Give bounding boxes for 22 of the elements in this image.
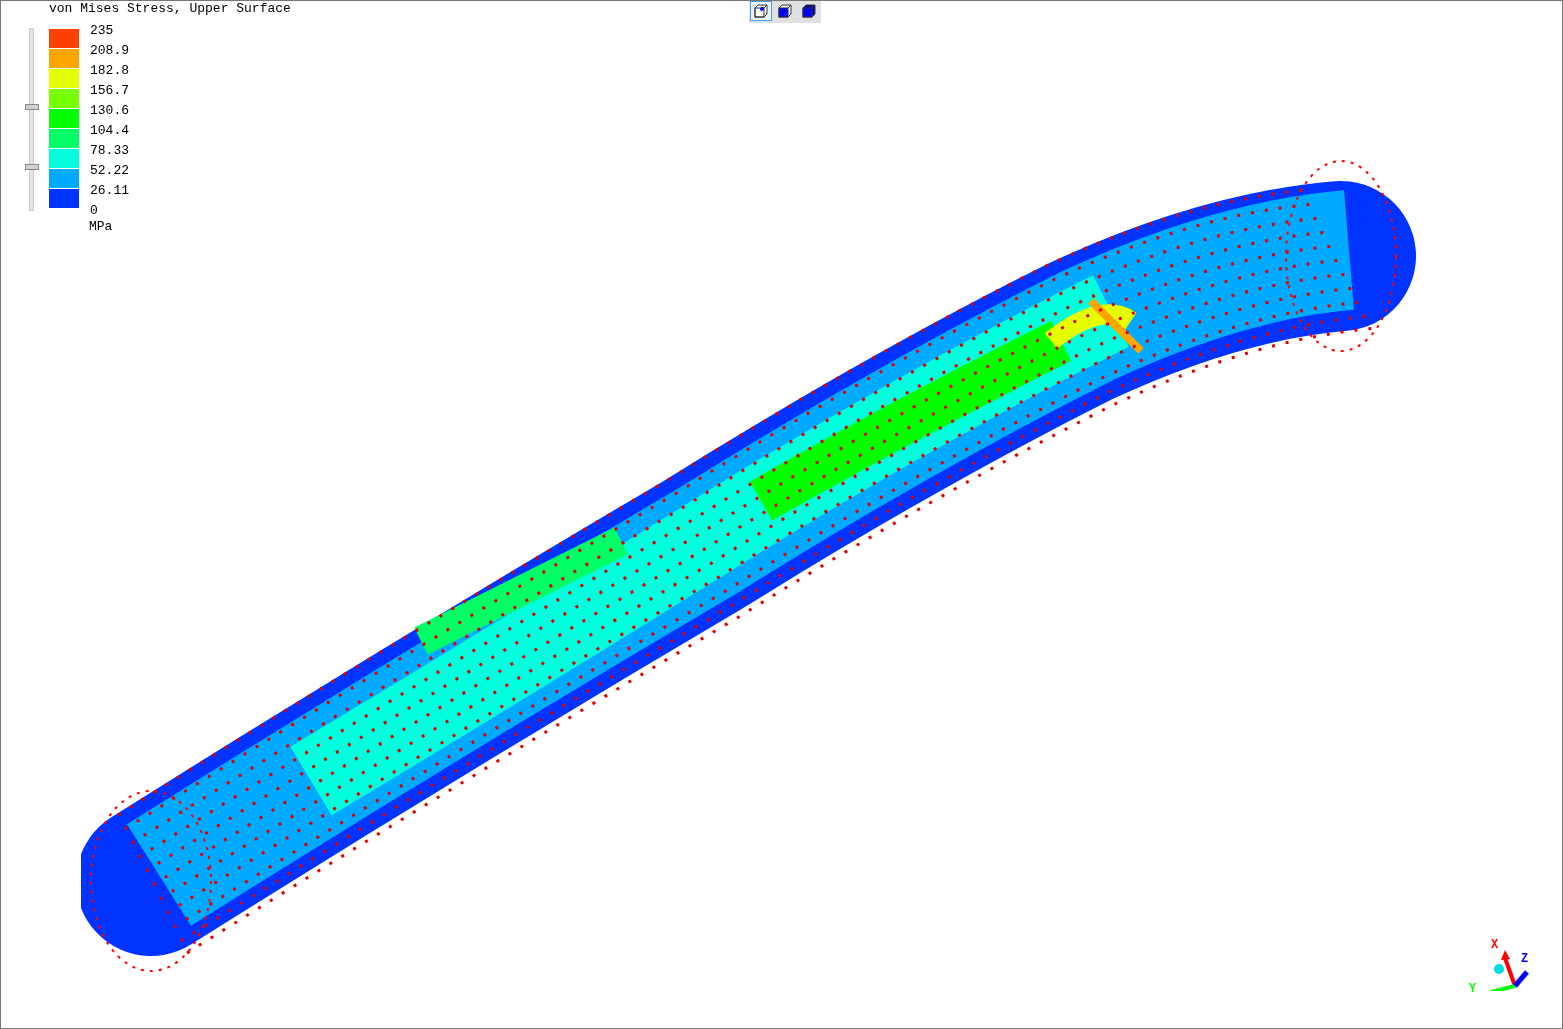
legend-value: 104.4 [90, 122, 129, 140]
legend-value: 156.7 [90, 82, 129, 100]
legend-value: 208.9 [90, 42, 129, 60]
view-mode-button[interactable] [750, 1, 772, 21]
legend-value: 0 [90, 202, 99, 220]
axis-label: Z [1521, 951, 1529, 968]
legend-title: von Mises Stress, Upper Surface [49, 1, 291, 17]
legend-value: 235 [90, 22, 115, 40]
legend-value: 78.33 [90, 142, 129, 160]
legend-value: 52.22 [90, 162, 129, 180]
range-slider-track[interactable] [29, 28, 34, 211]
legend-value: 182.8 [90, 62, 129, 80]
slider-thumb[interactable] [25, 103, 39, 110]
legend-value: 130.6 [90, 102, 129, 120]
slider-thumb[interactable] [25, 164, 39, 171]
cube-icon [777, 3, 793, 19]
legend-unit: MPa [89, 218, 113, 236]
legend-value: 26.11 [90, 182, 129, 200]
cube-icon [753, 3, 769, 19]
cube-icon [801, 3, 817, 19]
axis-label: X [1491, 937, 1499, 954]
axis-label: Y [1469, 981, 1477, 998]
